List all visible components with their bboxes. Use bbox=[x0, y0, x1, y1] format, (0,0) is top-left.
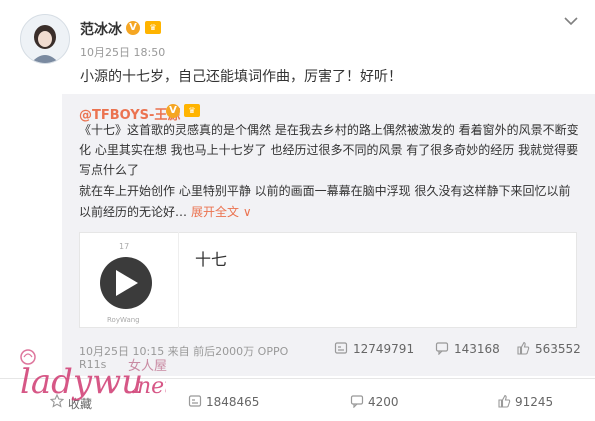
repost-text-line: 就在车上开始创作 心里特别平静 以前的画面一幕幕在脑中浮现 很久没有这样静下来回… bbox=[79, 184, 571, 198]
comment-icon[interactable] bbox=[435, 341, 449, 358]
like-action-icon[interactable] bbox=[497, 394, 511, 411]
member-crown-icon: ♛ bbox=[145, 21, 161, 34]
card-title[interactable]: 十七 bbox=[195, 246, 227, 270]
repost-verified-badge-icon: V bbox=[166, 104, 180, 118]
comment-count[interactable]: 143168 bbox=[454, 342, 500, 356]
repost-text-line: 《十七》这首歌的灵感真的是个偶然 是在我去乡村的路上偶然被激发的 看着窗外的风景… bbox=[79, 123, 579, 137]
cover-sub-label: RoyWang bbox=[107, 316, 140, 324]
like-count[interactable]: 563552 bbox=[535, 342, 581, 356]
author-name[interactable]: 范冰冰 bbox=[80, 19, 122, 39]
comment-action-icon[interactable] bbox=[350, 394, 364, 411]
post-text: 小源的十七岁，自己还能填词作曲，厉害了！好听！ bbox=[80, 69, 402, 85]
like-action-count[interactable]: 91245 bbox=[515, 395, 553, 409]
play-icon[interactable] bbox=[116, 270, 138, 296]
chevron-down-icon[interactable] bbox=[563, 16, 579, 28]
repost-count[interactable]: 12749791 bbox=[353, 342, 414, 356]
svg-text:.net: .net bbox=[130, 374, 166, 399]
avatar[interactable] bbox=[20, 14, 70, 64]
watermark-cn: 女人屋 bbox=[128, 359, 168, 374]
expand-full-text-link[interactable]: 展开全文 ∨ bbox=[191, 202, 252, 222]
repost-icon[interactable] bbox=[334, 341, 348, 358]
post-time[interactable]: 10月25日 18:50 bbox=[80, 44, 165, 60]
card-divider bbox=[178, 232, 179, 328]
like-icon[interactable] bbox=[516, 341, 530, 358]
cover-label: 17 bbox=[119, 242, 130, 251]
repost-action-icon[interactable] bbox=[188, 394, 202, 411]
repost-text-line: 以前经历的无论好… bbox=[79, 205, 188, 219]
comment-action-count[interactable]: 4200 bbox=[368, 395, 399, 409]
verified-badge-icon: V bbox=[126, 21, 140, 35]
repost-text-line: 化 心里其实在想 我也马上十七岁了 也经历过很多不同的风景 有了很多奇妙的经历 … bbox=[79, 143, 579, 157]
svg-text:ladywu: ladywu bbox=[20, 362, 143, 402]
repost-crown-icon: ♛ bbox=[184, 104, 200, 117]
music-card[interactable] bbox=[79, 232, 577, 328]
repost-action-count[interactable]: 1848465 bbox=[206, 395, 259, 409]
repost-text-line: 写点什么了 bbox=[79, 163, 140, 177]
